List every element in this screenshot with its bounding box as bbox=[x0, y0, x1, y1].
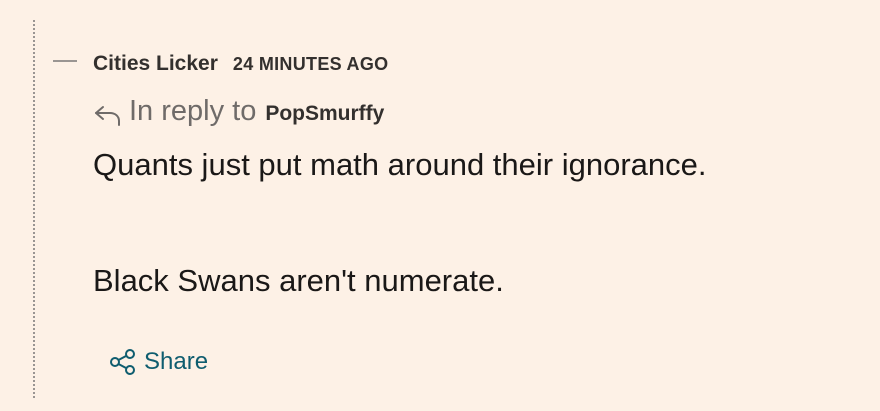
comment-paragraph: Quants just put math around their ignora… bbox=[93, 147, 707, 182]
reply-context: In reply to PopSmurffy bbox=[93, 92, 860, 130]
comment-paragraph: Black Swans aren't numerate. bbox=[93, 263, 504, 298]
reply-prefix: In reply to bbox=[129, 94, 257, 127]
share-button[interactable]: Share bbox=[109, 348, 208, 376]
reply-arrow-icon bbox=[93, 102, 123, 128]
comment: Cities Licker 24 MINUTES AGO In reply to… bbox=[93, 52, 860, 301]
comment-meta: Cities Licker 24 MINUTES AGO bbox=[93, 52, 860, 86]
comment-connector bbox=[53, 60, 77, 62]
share-label: Share bbox=[144, 348, 209, 375]
comment-timestamp: 24 MINUTES AGO bbox=[232, 54, 389, 74]
share-nodes-icon bbox=[109, 348, 137, 376]
comment-author[interactable]: Cities Licker bbox=[93, 52, 218, 76]
comment-body: Quants just put math around their ignora… bbox=[93, 145, 860, 301]
reply-to-author[interactable]: PopSmurffy bbox=[265, 102, 384, 126]
thread-line bbox=[33, 20, 35, 398]
